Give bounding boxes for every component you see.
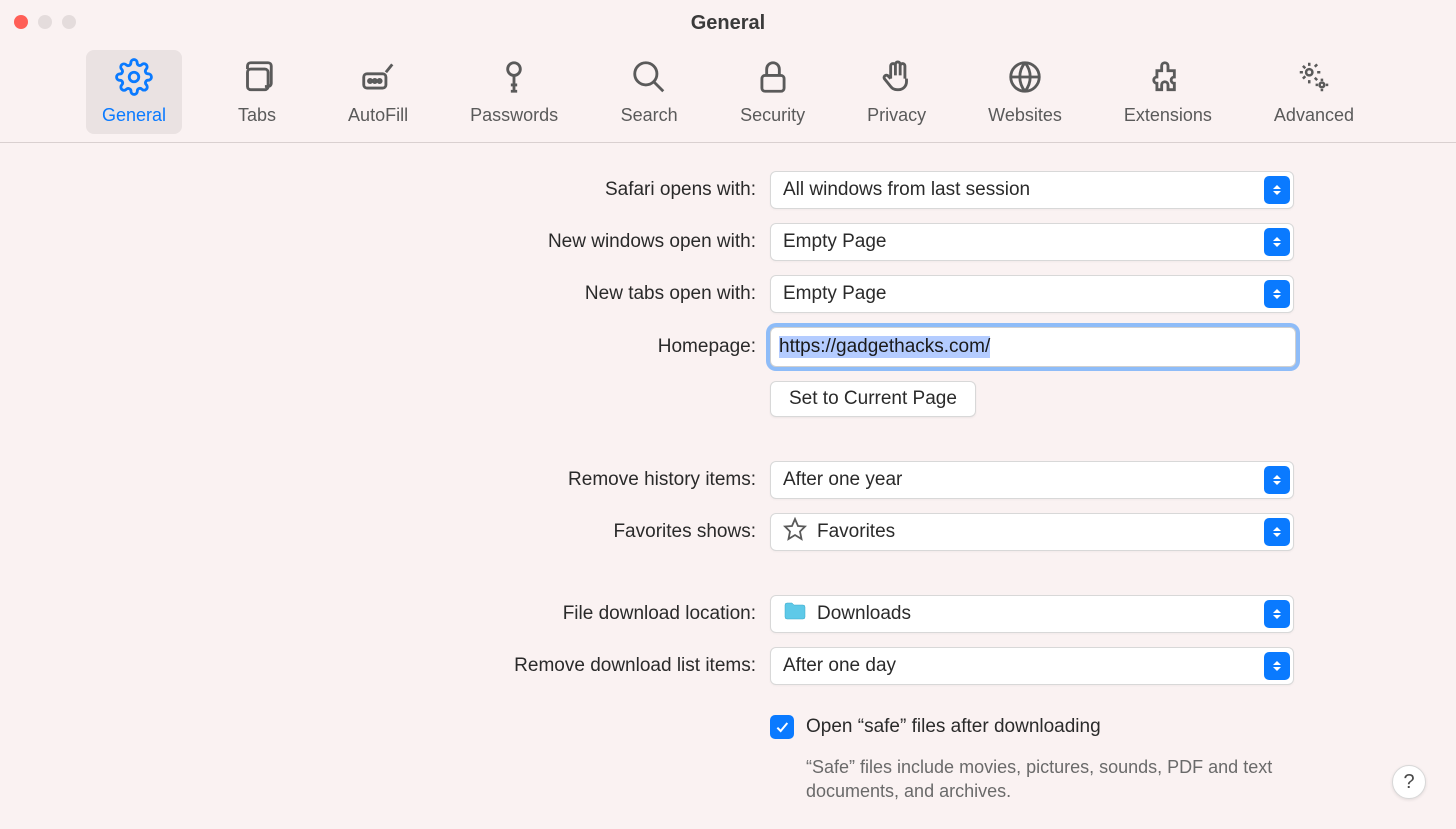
tab-passwords[interactable]: Passwords xyxy=(454,50,574,134)
select-remove-download-list[interactable]: After one day xyxy=(770,647,1294,685)
autofill-icon xyxy=(359,58,397,101)
label-safari-opens-with: Safari opens with: xyxy=(156,179,770,201)
window-title: General xyxy=(0,12,1456,35)
set-to-current-page-button[interactable]: Set to Current Page xyxy=(770,381,976,417)
chevron-updown-icon xyxy=(1264,518,1290,546)
traffic-lights xyxy=(14,15,76,29)
homepage-input[interactable]: https://gadgethacks.com/ xyxy=(770,327,1296,367)
tab-advanced-label: Advanced xyxy=(1274,105,1354,126)
tab-tabs-label: Tabs xyxy=(238,105,276,126)
tab-search-label: Search xyxy=(621,105,678,126)
folder-icon xyxy=(783,601,817,627)
safe-files-description: “Safe” files include movies, pictures, s… xyxy=(806,755,1276,804)
preferences-toolbar: General Tabs AutoFill Passwords Search S… xyxy=(0,44,1456,142)
gear-icon xyxy=(115,58,153,101)
lock-icon xyxy=(754,58,792,101)
select-download-location[interactable]: Downloads xyxy=(770,595,1294,633)
label-download-location: File download location: xyxy=(156,603,770,625)
gears-icon xyxy=(1295,58,1333,101)
select-download-location-value: Downloads xyxy=(817,603,911,625)
hand-icon xyxy=(878,58,916,101)
homepage-input-value: https://gadgethacks.com/ xyxy=(779,336,990,358)
select-new-tabs-value: Empty Page xyxy=(783,283,887,305)
tabs-icon xyxy=(238,58,276,101)
tab-tabs[interactable]: Tabs xyxy=(212,50,302,134)
chevron-updown-icon xyxy=(1264,280,1290,308)
general-content: Safari opens with: All windows from last… xyxy=(0,143,1456,818)
tab-general[interactable]: General xyxy=(86,50,182,134)
label-new-tabs: New tabs open with: xyxy=(156,283,770,305)
tab-autofill[interactable]: AutoFill xyxy=(332,50,424,134)
chevron-updown-icon xyxy=(1264,652,1290,680)
select-new-windows-value: Empty Page xyxy=(783,231,887,253)
label-remove-download-list: Remove download list items: xyxy=(156,655,770,677)
chevron-updown-icon xyxy=(1264,600,1290,628)
tab-security-label: Security xyxy=(740,105,805,126)
select-favorites-shows-value: Favorites xyxy=(817,521,895,543)
chevron-updown-icon xyxy=(1264,466,1290,494)
minimize-window-button[interactable] xyxy=(38,15,52,29)
globe-icon xyxy=(1006,58,1044,101)
key-icon xyxy=(495,58,533,101)
chevron-updown-icon xyxy=(1264,176,1290,204)
label-homepage: Homepage: xyxy=(156,336,770,358)
tab-advanced[interactable]: Advanced xyxy=(1258,50,1370,134)
open-safe-files-checkbox[interactable] xyxy=(770,715,794,739)
tab-extensions-label: Extensions xyxy=(1124,105,1212,126)
star-icon xyxy=(783,517,817,547)
select-remove-download-list-value: After one day xyxy=(783,655,896,677)
label-new-windows: New windows open with: xyxy=(156,231,770,253)
select-favorites-shows[interactable]: Favorites xyxy=(770,513,1294,551)
tab-extensions[interactable]: Extensions xyxy=(1108,50,1228,134)
open-safe-files-label: Open “safe” files after downloading xyxy=(806,716,1101,738)
tab-search[interactable]: Search xyxy=(604,50,694,134)
question-mark-icon: ? xyxy=(1403,771,1414,794)
help-button[interactable]: ? xyxy=(1392,765,1426,799)
close-window-button[interactable] xyxy=(14,15,28,29)
tab-autofill-label: AutoFill xyxy=(348,105,408,126)
select-new-windows[interactable]: Empty Page xyxy=(770,223,1294,261)
tab-passwords-label: Passwords xyxy=(470,105,558,126)
search-icon xyxy=(630,58,668,101)
tab-privacy[interactable]: Privacy xyxy=(851,50,942,134)
tab-privacy-label: Privacy xyxy=(867,105,926,126)
tab-general-label: General xyxy=(102,105,166,126)
tab-websites-label: Websites xyxy=(988,105,1062,126)
titlebar: General xyxy=(0,0,1456,44)
select-safari-opens-with-value: All windows from last session xyxy=(783,179,1030,201)
select-new-tabs[interactable]: Empty Page xyxy=(770,275,1294,313)
chevron-updown-icon xyxy=(1264,228,1290,256)
label-favorites-shows: Favorites shows: xyxy=(156,521,770,543)
select-remove-history-value: After one year xyxy=(783,469,902,491)
puzzle-icon xyxy=(1149,58,1187,101)
select-safari-opens-with[interactable]: All windows from last session xyxy=(770,171,1294,209)
tab-websites[interactable]: Websites xyxy=(972,50,1078,134)
label-remove-history: Remove history items: xyxy=(156,469,770,491)
tab-security[interactable]: Security xyxy=(724,50,821,134)
select-remove-history[interactable]: After one year xyxy=(770,461,1294,499)
maximize-window-button[interactable] xyxy=(62,15,76,29)
